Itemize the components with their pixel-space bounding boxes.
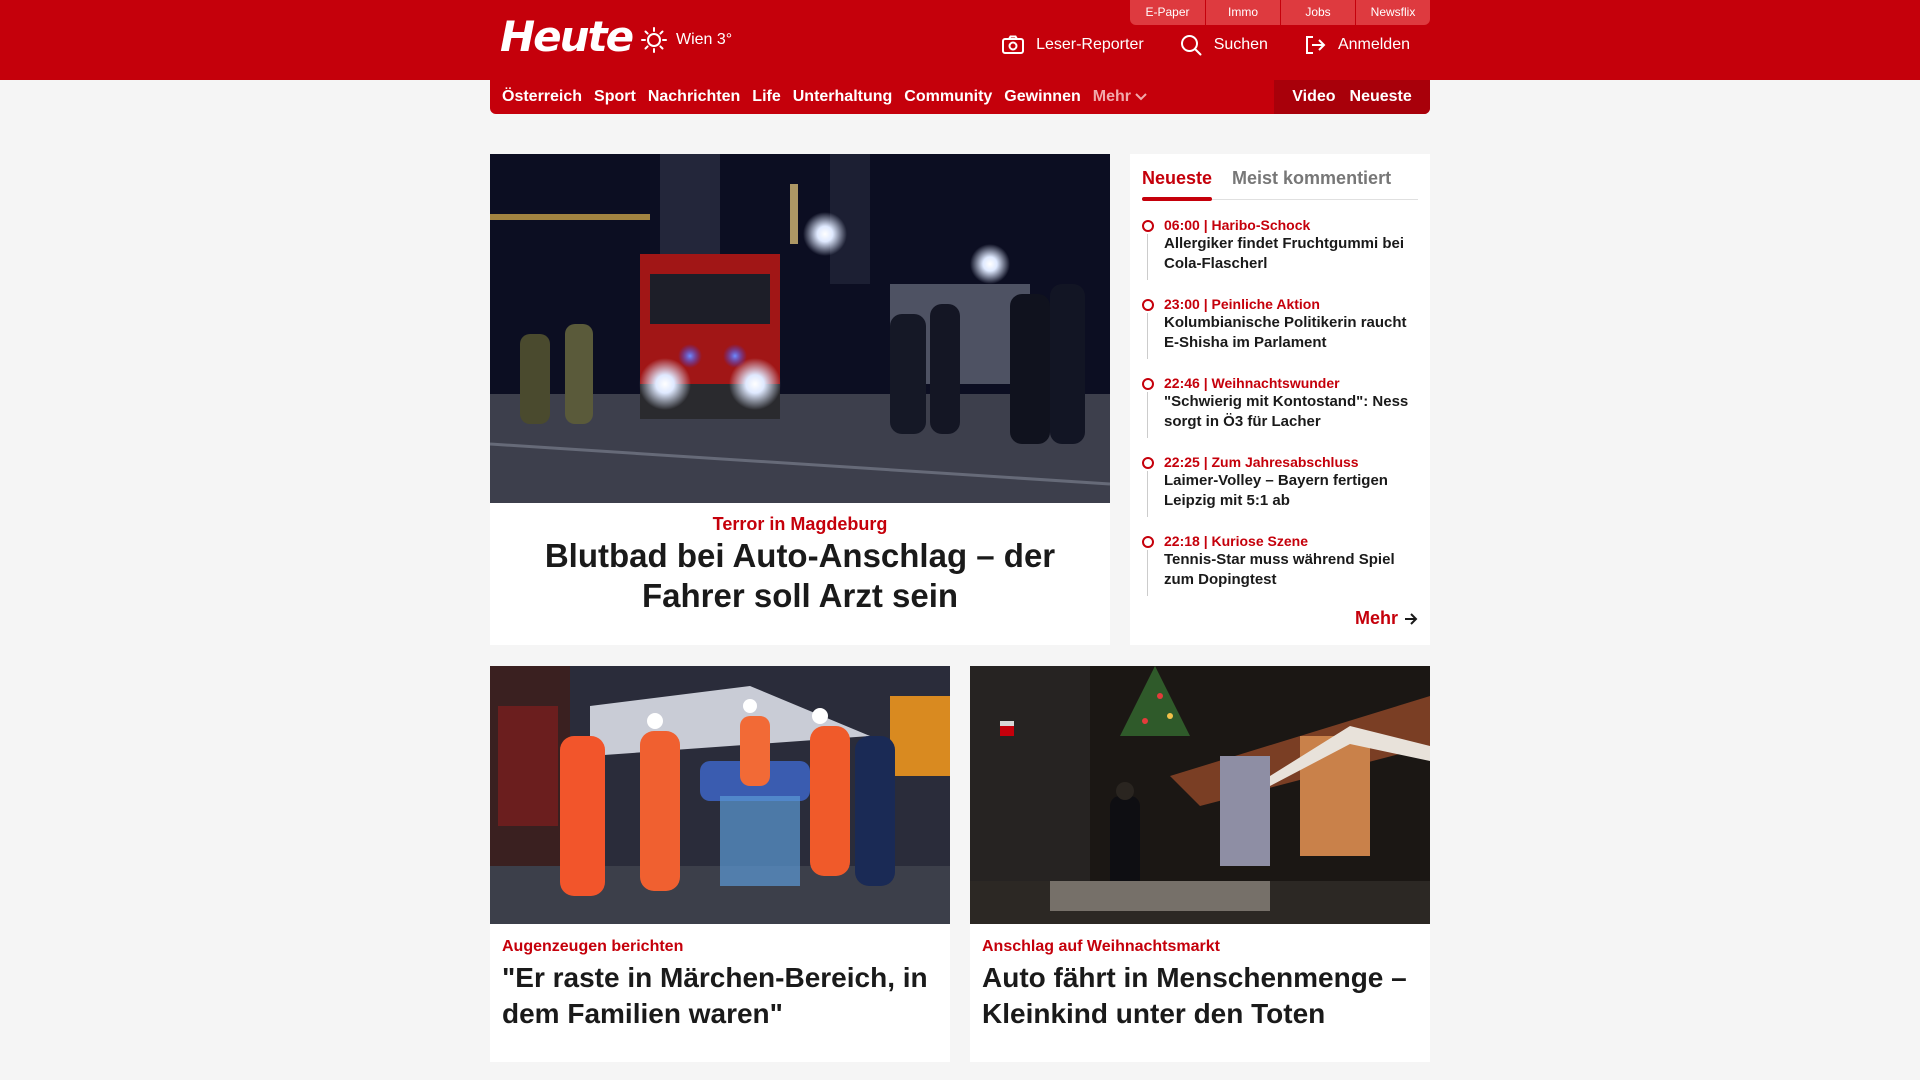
login-label: Anmelden — [1337, 36, 1410, 53]
article-image — [490, 666, 950, 924]
nav-right-group: Video Neueste — [1274, 80, 1430, 114]
search-label: Suchen — [1213, 36, 1268, 53]
news-meta: 23:00 | Peinliche Aktion — [1164, 296, 1320, 312]
arrow-right-icon — [1405, 612, 1418, 625]
top-link-jobs[interactable]: Jobs — [1280, 0, 1355, 25]
nav-item-gewinnen[interactable]: Gewinnen — [1004, 88, 1080, 106]
news-meta: 22:46 | Weihnachtswunder — [1164, 375, 1340, 391]
list-item[interactable]: 23:00 | Peinliche Aktion Kolumbianische … — [1142, 295, 1422, 374]
camera-icon — [1002, 35, 1025, 54]
nav-item-unterhaltung[interactable]: Unterhaltung — [793, 88, 893, 106]
main-nav: Österreich Sport Nachrichten Life Unterh… — [490, 80, 1430, 114]
top-link-newsflix[interactable]: Newsflix — [1355, 0, 1430, 25]
hero-image — [490, 154, 1110, 503]
news-title: Laimer-Volley – Bayern fertigen Leipzig … — [1164, 472, 1388, 509]
list-item[interactable]: 22:25 | Zum Jahresabschluss Laimer-Volle… — [1142, 453, 1422, 532]
top-links: E-Paper Immo Jobs Newsflix — [1130, 0, 1430, 25]
article-headline[interactable]: Auto fährt in Menschenmenge – Kleinkind … — [982, 960, 1418, 1032]
tab-meist-kommentiert[interactable]: Meist kommentiert — [1232, 162, 1391, 199]
leser-reporter-button[interactable]: Leser-Reporter — [1002, 34, 1144, 56]
nav-item-nachrichten[interactable]: Nachrichten — [648, 88, 740, 106]
list-item[interactable]: 22:46 | Weihnachtswunder "Schwierig mit … — [1142, 374, 1422, 453]
news-list: 06:00 | Haribo-Schock Allergiker findet … — [1142, 216, 1422, 611]
article-image — [970, 666, 1430, 924]
article-headline[interactable]: "Er raste in Märchen-Bereich, in dem Fam… — [502, 960, 938, 1032]
news-title: Allergiker findet Fruchtgummi bei Cola-F… — [1164, 235, 1405, 272]
nav-item-sport[interactable]: Sport — [594, 88, 636, 106]
list-item[interactable]: 22:18 | Kuriose Szene Tennis-Star muss w… — [1142, 532, 1422, 611]
tab-neueste[interactable]: Neueste — [1142, 162, 1213, 201]
hero-kicker: Terror in Magdeburg — [712, 514, 888, 534]
article-card[interactable]: Augenzeugen berichten "Er raste in Märch… — [490, 666, 950, 1062]
nav-item-community[interactable]: Community — [904, 88, 992, 106]
latest-news-sidebar: Neueste Meist kommentiert 06:00 | Haribo… — [1130, 154, 1430, 645]
article-card[interactable]: Anschlag auf Weihnachtsmarkt Auto fährt … — [970, 666, 1430, 1062]
news-meta: 06:00 | Haribo-Schock — [1164, 217, 1311, 233]
news-meta: 22:18 | Kuriose Szene — [1164, 533, 1308, 549]
sun-icon — [641, 27, 667, 53]
leser-reporter-label: Leser-Reporter — [1036, 36, 1144, 53]
nav-neueste-link[interactable]: Neueste — [1350, 88, 1412, 106]
hero-article[interactable]: Terror in Magdeburg Blutbad bei Auto-Ans… — [490, 154, 1110, 645]
nav-item-oesterreich[interactable]: Österreich — [502, 88, 582, 106]
top-link-immo[interactable]: Immo — [1205, 0, 1280, 25]
news-title: Kolumbianische Politikerin raucht E-Shis… — [1164, 314, 1407, 351]
nav-more-label: Mehr — [1092, 88, 1131, 105]
nav-video-link[interactable]: Video — [1292, 88, 1335, 106]
search-icon — [1180, 35, 1202, 56]
list-item[interactable]: 06:00 | Haribo-Schock Allergiker findet … — [1142, 216, 1422, 295]
news-title: "Schwierig mit Kontostand": Ness sorgt i… — [1164, 393, 1409, 430]
more-news-label: Mehr — [1354, 608, 1398, 628]
sidebar-tabs: Neueste Meist kommentiert — [1142, 162, 1418, 201]
site-logo[interactable]: Heute — [500, 12, 634, 61]
header-actions: Leser-Reporter Suchen Anmelden — [1002, 34, 1410, 56]
search-button[interactable]: Suchen — [1180, 34, 1268, 56]
nav-item-life[interactable]: Life — [752, 88, 780, 106]
login-icon — [1305, 36, 1326, 54]
news-meta: 22:25 | Zum Jahresabschluss — [1164, 454, 1359, 470]
more-news-link[interactable]: Mehr — [1355, 608, 1418, 629]
article-kicker: Augenzeugen berichten — [502, 938, 684, 955]
news-title: Tennis-Star muss während Spiel zum Dopin… — [1164, 551, 1395, 588]
top-link-epaper[interactable]: E-Paper — [1130, 0, 1205, 25]
login-button[interactable]: Anmelden — [1304, 34, 1410, 56]
weather-label: Wien 3° — [676, 31, 733, 48]
nav-more-dropdown[interactable]: Mehr — [1093, 88, 1147, 106]
chevron-down-icon — [1135, 93, 1147, 101]
hero-headline[interactable]: Blutbad bei Auto-Anschlag – der Fahrer s… — [490, 536, 1110, 616]
weather-widget[interactable]: Wien 3° — [640, 26, 732, 54]
article-kicker: Anschlag auf Weihnachtsmarkt — [982, 938, 1220, 955]
site-header: Heute Wien 3° E-Paper Immo Jobs Newsflix — [0, 0, 1920, 80]
